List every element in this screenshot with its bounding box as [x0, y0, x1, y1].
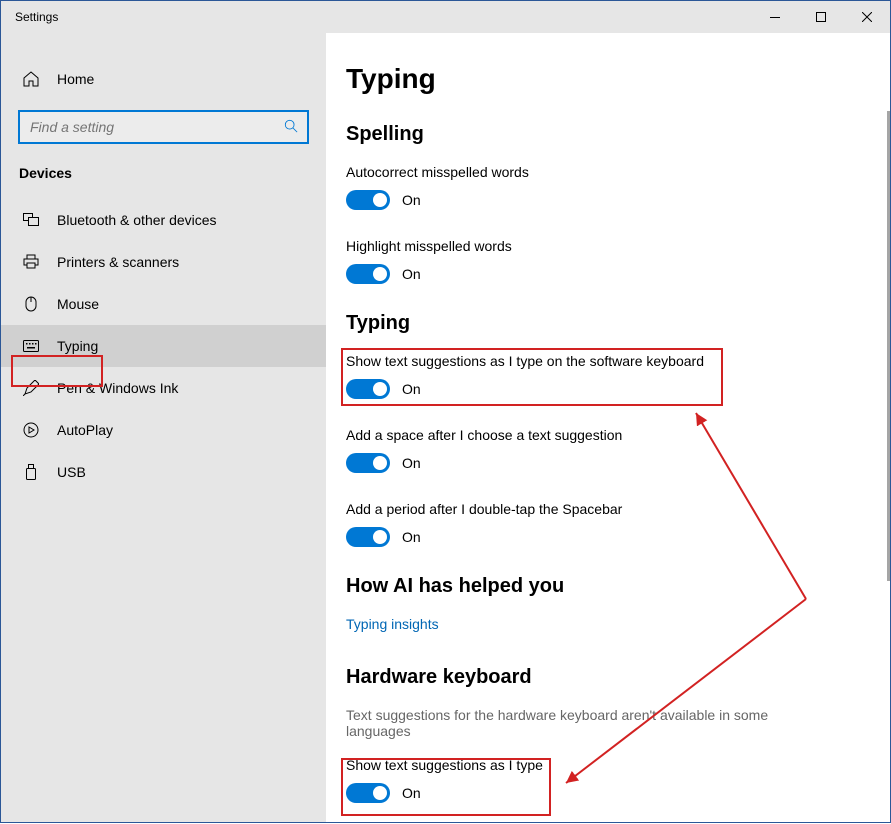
- mouse-icon: [23, 296, 39, 312]
- page-title: Typing: [346, 63, 890, 95]
- home-icon: [23, 71, 39, 87]
- sidebar-item-label: AutoPlay: [57, 422, 113, 438]
- toggle-software-suggestions[interactable]: [346, 379, 390, 399]
- setting-highlight: Highlight misspelled words On: [346, 238, 890, 284]
- sidebar-section-label: Devices: [1, 165, 326, 199]
- toggle-state: On: [402, 381, 421, 397]
- toggle-highlight[interactable]: [346, 264, 390, 284]
- setting-label: Add a period after I double-tap the Spac…: [346, 501, 890, 517]
- sidebar-item-typing[interactable]: Typing: [1, 325, 326, 367]
- sidebar-item-mouse[interactable]: Mouse: [1, 283, 326, 325]
- home-nav[interactable]: Home: [1, 61, 326, 97]
- window-controls: [752, 1, 890, 33]
- setting-label: Highlight misspelled words: [346, 238, 890, 254]
- sidebar-item-autoplay[interactable]: AutoPlay: [1, 409, 326, 451]
- setting-label: Show text suggestions as I type on the s…: [346, 353, 890, 369]
- typing-insights-link[interactable]: Typing insights: [346, 616, 890, 632]
- sidebar-item-label: Pen & Windows Ink: [57, 380, 178, 396]
- sidebar: Home Devices Bluetooth & other devices P…: [1, 33, 326, 822]
- section-ai-heading: How AI has helped you: [346, 575, 890, 598]
- setting-autocorrect: Autocorrect misspelled words On: [346, 164, 890, 210]
- setting-label: Add a space after I choose a text sugges…: [346, 427, 890, 443]
- window-title: Settings: [15, 10, 58, 24]
- section-spelling-heading: Spelling: [346, 123, 890, 146]
- usb-icon: [23, 464, 39, 480]
- search-input[interactable]: [19, 111, 308, 143]
- sidebar-item-printers[interactable]: Printers & scanners: [1, 241, 326, 283]
- toggle-state: On: [402, 455, 421, 471]
- setting-software-suggestions: Show text suggestions as I type on the s…: [346, 353, 890, 399]
- printer-icon: [23, 254, 39, 270]
- hardware-subtext: Text suggestions for the hardware keyboa…: [346, 707, 806, 739]
- devices-icon: [23, 212, 39, 228]
- sidebar-item-label: Printers & scanners: [57, 254, 179, 270]
- setting-label: Autocorrect misspelled words: [346, 164, 890, 180]
- sidebar-item-label: Mouse: [57, 296, 99, 312]
- toggle-autocorrect[interactable]: [346, 190, 390, 210]
- autoplay-icon: [23, 422, 39, 438]
- setting-add-space: Add a space after I choose a text sugges…: [346, 427, 890, 473]
- keyboard-icon: [23, 338, 39, 354]
- titlebar: Settings: [1, 1, 890, 33]
- toggle-state: On: [402, 785, 421, 801]
- section-hardware-heading: Hardware keyboard: [346, 666, 890, 689]
- toggle-state: On: [402, 192, 421, 208]
- sidebar-item-bluetooth[interactable]: Bluetooth & other devices: [1, 199, 326, 241]
- main-panel: Typing Spelling Autocorrect misspelled w…: [326, 33, 890, 822]
- sidebar-item-label: Bluetooth & other devices: [57, 212, 217, 228]
- sidebar-item-label: USB: [57, 464, 86, 480]
- home-label: Home: [57, 71, 94, 87]
- toggle-add-space[interactable]: [346, 453, 390, 473]
- scrollbar-thumb[interactable]: [887, 111, 890, 581]
- pen-icon: [23, 380, 39, 396]
- toggle-state: On: [402, 529, 421, 545]
- scrollbar[interactable]: [886, 33, 890, 822]
- section-typing-heading: Typing: [346, 312, 890, 335]
- sidebar-item-pen[interactable]: Pen & Windows Ink: [1, 367, 326, 409]
- toggle-add-period[interactable]: [346, 527, 390, 547]
- toggle-state: On: [402, 266, 421, 282]
- maximize-button[interactable]: [798, 1, 844, 33]
- sidebar-item-usb[interactable]: USB: [1, 451, 326, 493]
- minimize-button[interactable]: [752, 1, 798, 33]
- toggle-hardware-suggestions[interactable]: [346, 783, 390, 803]
- close-button[interactable]: [844, 1, 890, 33]
- setting-add-period: Add a period after I double-tap the Spac…: [346, 501, 890, 547]
- setting-hardware-suggestions: Show text suggestions as I type On: [346, 757, 890, 803]
- setting-label: Show text suggestions as I type: [346, 757, 890, 773]
- sidebar-item-label: Typing: [57, 338, 98, 354]
